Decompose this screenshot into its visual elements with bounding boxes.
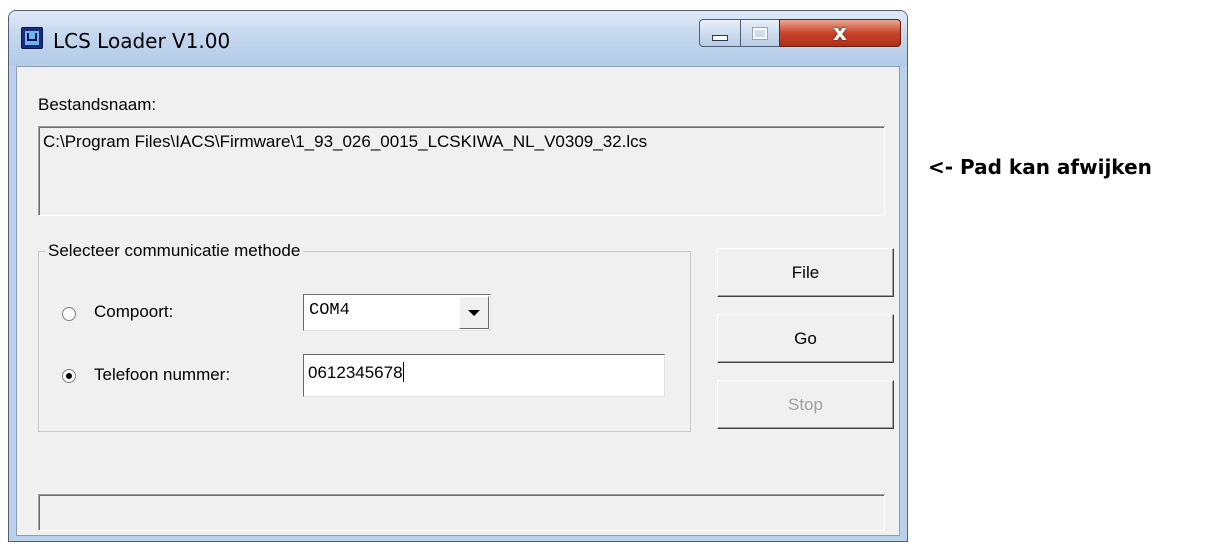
port-select[interactable]: COM4	[303, 294, 491, 331]
phone-number-value: 0612345678	[308, 363, 403, 382]
app-logo-icon[interactable]	[21, 27, 43, 49]
chevron-down-icon	[468, 309, 480, 316]
close-icon: x	[832, 20, 848, 46]
communication-groupbox	[38, 251, 691, 432]
dropdown-button[interactable]	[459, 296, 489, 329]
minimize-button[interactable]	[699, 19, 741, 47]
minimize-icon	[712, 35, 728, 41]
port-select-value: COM4	[309, 301, 350, 320]
phone-label: Telefoon nummer:	[94, 365, 231, 384]
go-button[interactable]: Go	[717, 314, 894, 363]
progress-bar	[38, 494, 885, 531]
phone-number-input[interactable]: 0612345678	[303, 354, 665, 397]
phone-radio[interactable]	[62, 369, 76, 383]
port-label: Compoort:	[94, 302, 174, 321]
title-bar[interactable]: LCS Loader V1.00 x	[9, 11, 907, 66]
stop-button[interactable]: Stop	[717, 380, 894, 429]
maximize-button[interactable]	[740, 19, 780, 47]
app-window: LCS Loader V1.00 x Bestandsnaam: C:\Prog…	[8, 10, 908, 542]
filename-label: Bestandsnaam:	[38, 95, 157, 114]
close-button[interactable]: x	[779, 19, 901, 47]
client-area: Bestandsnaam: C:\Program Files\IACS\Firm…	[16, 66, 900, 536]
file-button[interactable]: File	[717, 248, 894, 297]
file-path-field: C:\Program Files\IACS\Firmware\1_93_026_…	[38, 126, 885, 216]
window-title: LCS Loader V1.00	[53, 29, 231, 53]
path-note: <- Pad kan afwijken	[928, 155, 1152, 179]
text-caret	[402, 362, 404, 382]
port-radio[interactable]	[62, 307, 76, 321]
maximize-icon	[752, 26, 768, 40]
communication-group-label: Selecteer communicatie methode	[45, 241, 304, 261]
